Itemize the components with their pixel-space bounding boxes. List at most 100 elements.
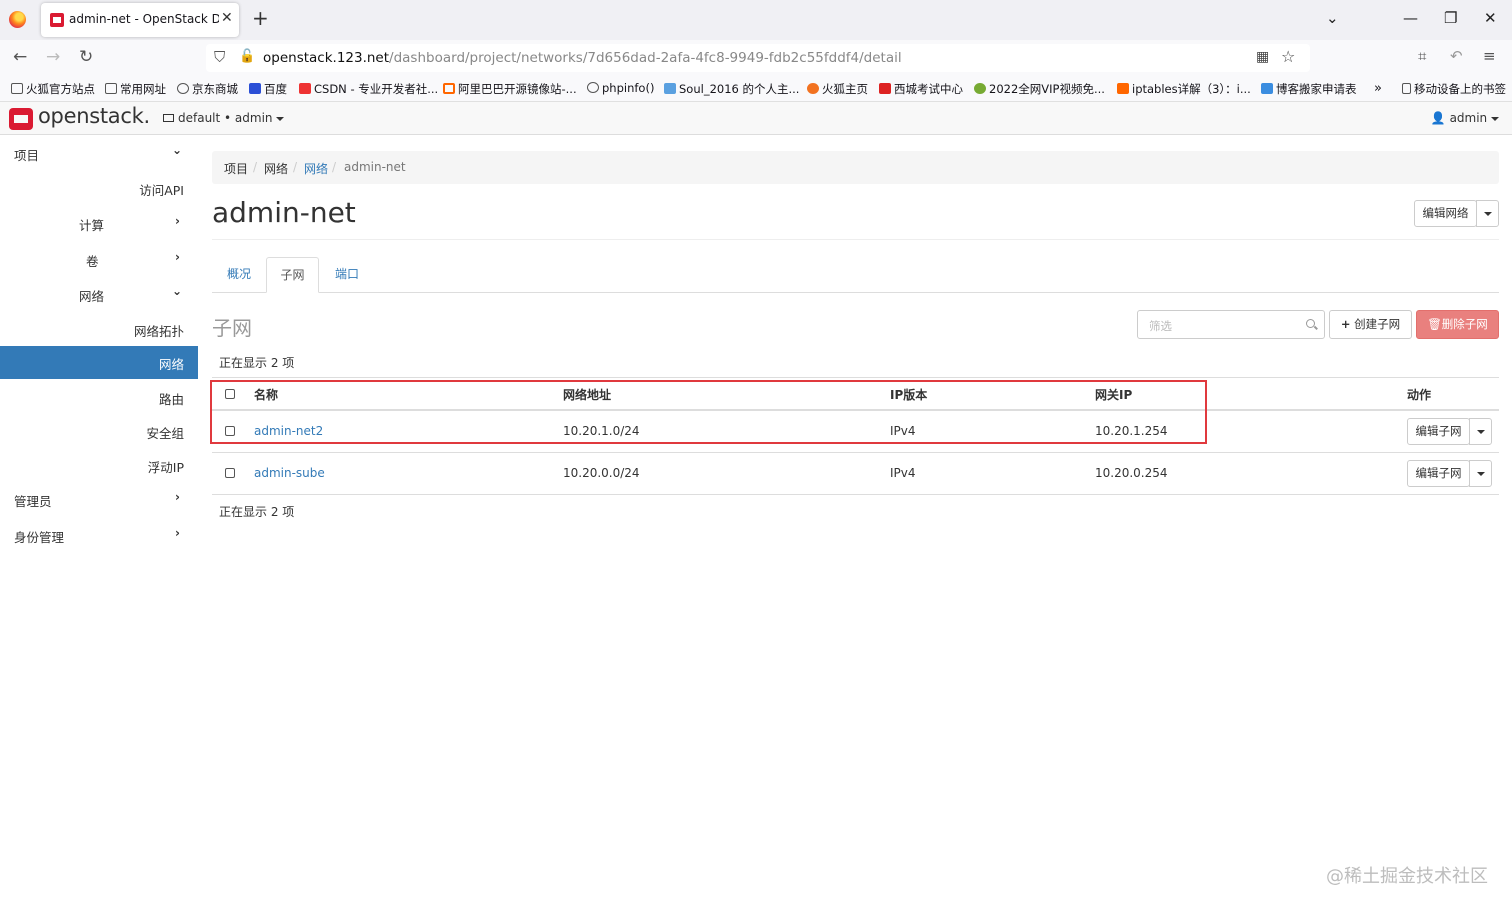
url-bar[interactable]: ⛉ 🔓 openstack.123.net/dashboard/project/… xyxy=(206,44,1310,72)
exam-icon xyxy=(879,83,891,94)
bookmark-item[interactable]: 西城考试中心 xyxy=(879,81,963,97)
bookmark-item[interactable]: 百度 xyxy=(249,81,287,97)
breadcrumb-item: 项目 xyxy=(224,162,249,176)
project-icon xyxy=(163,114,174,122)
search-icon[interactable] xyxy=(1306,319,1315,328)
page-title: admin-net xyxy=(212,196,356,229)
chevron-right-icon[interactable]: › xyxy=(175,526,180,540)
table-top-border xyxy=(212,377,1499,378)
minimize-window-icon[interactable]: — xyxy=(1403,9,1418,27)
url-text[interactable]: openstack.123.net/dashboard/project/netw… xyxy=(263,50,902,66)
edit-subnet-dropdown-button[interactable] xyxy=(1469,418,1492,445)
sidebar-item-networks-active[interactable]: 网络 xyxy=(0,346,198,379)
shield-icon[interactable]: ⛉ xyxy=(214,48,225,66)
chevron-right-icon[interactable]: › xyxy=(175,214,180,228)
openstack-logo-text[interactable]: openstack. xyxy=(38,104,150,128)
openstack-logo-icon[interactable] xyxy=(9,108,33,130)
project-selector[interactable]: default • admin xyxy=(163,111,285,125)
globe-icon xyxy=(177,83,189,94)
bookmark-item[interactable]: Soul_2016 的个人主... xyxy=(664,81,799,97)
firefox-icon xyxy=(807,83,819,94)
openstack-favicon-icon xyxy=(50,13,64,27)
sidebar-item-volumes[interactable]: 卷 xyxy=(86,251,99,270)
chevron-right-icon[interactable]: › xyxy=(175,490,180,504)
edit-subnet-button[interactable]: 编辑子网 xyxy=(1407,418,1470,445)
delete-subnet-button[interactable]: 🗑删除子网 xyxy=(1416,310,1499,339)
chevron-down-icon[interactable]: ⌄ xyxy=(172,143,182,157)
undo-icon[interactable]: ↶ xyxy=(1450,47,1463,65)
tab-subnets[interactable]: 子网 xyxy=(266,257,319,293)
folder-icon xyxy=(11,83,23,94)
close-tab-icon[interactable]: ✕ xyxy=(221,10,233,26)
sidebar-item-project[interactable]: 项目 xyxy=(14,145,39,164)
insecure-lock-icon[interactable]: 🔓 xyxy=(239,49,255,64)
mobile-device-icon xyxy=(1402,83,1411,94)
tab-overview[interactable]: 概况 xyxy=(214,257,264,293)
create-subnet-button[interactable]: + 创建子网 xyxy=(1329,310,1412,339)
browser-tab-active[interactable]: admin-net - OpenStack Dashb ✕ xyxy=(41,3,239,37)
sidebar-item-compute[interactable]: 计算 xyxy=(79,215,104,234)
reload-icon[interactable]: ↻ xyxy=(79,47,93,67)
tab-list-chevron-icon[interactable]: ⌄ xyxy=(1326,9,1339,27)
bookmark-item[interactable]: 博客搬家申请表 xyxy=(1261,81,1357,97)
filter-input[interactable]: 筛选 xyxy=(1137,310,1325,339)
breadcrumb-link-networks[interactable]: 网络 xyxy=(304,160,328,177)
bookmark-item[interactable]: 阿里巴巴开源镜像站-... xyxy=(443,81,577,97)
row-checkbox[interactable] xyxy=(225,468,235,478)
more-bookmarks-icon[interactable]: » xyxy=(1374,81,1382,96)
caret-down-icon xyxy=(276,116,285,121)
video-icon xyxy=(974,83,986,94)
tab-ports[interactable]: 端口 xyxy=(322,257,372,293)
sidebar-item-network[interactable]: 网络 xyxy=(79,286,104,305)
restore-window-icon[interactable]: ❐ xyxy=(1444,9,1457,27)
back-arrow-icon[interactable]: ← xyxy=(13,47,27,67)
breadcrumb-separator: / xyxy=(253,160,258,174)
browser-nav-bar: ← → ↻ ⛉ 🔓 openstack.123.net/dashboard/pr… xyxy=(0,40,1512,76)
edit-network-dropdown-button[interactable] xyxy=(1476,200,1499,227)
new-tab-icon[interactable]: + xyxy=(252,6,269,30)
menu-hamburger-icon[interactable]: ≡ xyxy=(1483,47,1496,65)
caret-down-icon xyxy=(1476,471,1485,476)
edit-network-button[interactable]: 编辑网络 xyxy=(1414,200,1477,227)
bookmark-item[interactable]: 常用网址 xyxy=(105,81,166,97)
caret-down-icon xyxy=(1483,211,1492,216)
bookmark-item[interactable]: 2022全网VIP视频免... xyxy=(974,81,1105,97)
edit-subnet-button[interactable]: 编辑子网 xyxy=(1407,460,1470,487)
csdn-icon xyxy=(299,83,311,94)
iptables-icon xyxy=(1117,83,1129,94)
bookmark-item[interactable]: CSDN - 专业开发者社... xyxy=(299,81,438,97)
qr-code-icon[interactable]: ▦ xyxy=(1256,49,1269,65)
sidebar: 项目 ⌄ 访问API 计算 › 卷 › 网络 ⌄ 网络拓扑 网络 路由 安全组 … xyxy=(0,135,198,555)
sidebar-item-identity[interactable]: 身份管理 xyxy=(14,527,64,546)
breadcrumb-separator: / xyxy=(293,160,298,174)
breadcrumb-current: admin-net xyxy=(344,160,406,174)
close-window-icon[interactable]: ✕ xyxy=(1484,9,1497,27)
plus-icon: + xyxy=(1340,317,1351,331)
chevron-right-icon[interactable]: › xyxy=(175,250,180,264)
globe-icon xyxy=(587,82,599,93)
chevron-down-icon[interactable]: ⌄ xyxy=(172,284,182,298)
bookmark-item[interactable]: 京东商城 xyxy=(177,81,238,97)
sidebar-item-api-access[interactable]: 访问API xyxy=(139,180,184,199)
sidebar-item-security-groups[interactable]: 安全组 xyxy=(146,423,184,442)
bookmark-item[interactable]: phpinfo() xyxy=(587,81,654,95)
edit-subnet-dropdown-button[interactable] xyxy=(1469,460,1492,487)
mobile-bookmarks[interactable]: 移动设备上的书签 xyxy=(1402,81,1506,97)
firefox-logo-icon[interactable] xyxy=(9,11,26,28)
sidebar-item-admin[interactable]: 管理员 xyxy=(14,491,52,510)
column-header-actions: 动作 xyxy=(1407,388,1432,402)
bookmarks-bar: 火狐官方站点 常用网址 京东商城 百度 CSDN - 专业开发者社... 阿里巴… xyxy=(0,76,1512,102)
screenshot-crop-icon[interactable]: ⌗ xyxy=(1418,47,1426,65)
aliyun-icon xyxy=(443,83,455,94)
bookmark-item[interactable]: iptables详解（3）：i... xyxy=(1117,81,1251,97)
sidebar-item-floating-ips[interactable]: 浮动IP xyxy=(148,457,184,476)
sidebar-item-routers[interactable]: 路由 xyxy=(159,389,184,408)
sidebar-item-network-topology[interactable]: 网络拓扑 xyxy=(134,321,184,340)
forward-arrow-icon[interactable]: → xyxy=(46,47,60,67)
subnet-name-link[interactable]: admin-sube xyxy=(254,466,325,480)
bookmark-item[interactable]: 火狐官方站点 xyxy=(11,81,95,97)
item-count-bottom: 正在显示 2 项 xyxy=(219,505,295,519)
user-menu[interactable]: 👤 admin xyxy=(1431,111,1499,125)
bookmark-item[interactable]: 火狐主页 xyxy=(807,81,868,97)
bookmark-star-icon[interactable]: ☆ xyxy=(1281,47,1295,66)
